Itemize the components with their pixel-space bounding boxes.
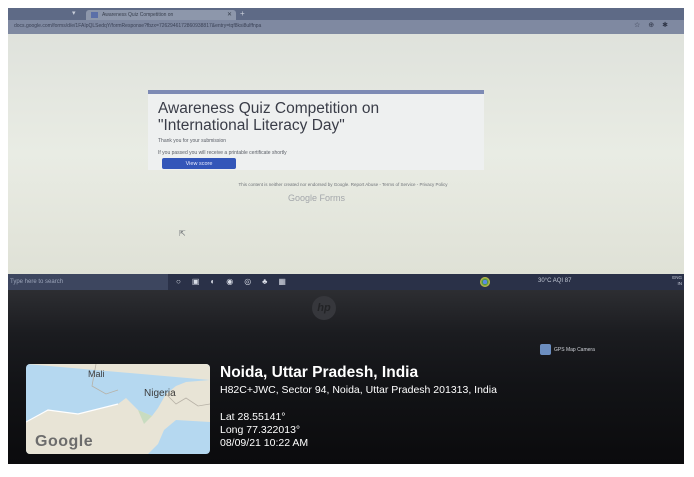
form-page: Awareness Quiz Competition on "Internati… — [8, 34, 684, 274]
map-label-nigeria: Nigeria — [144, 388, 176, 399]
certificate-note: If you passed you will receive a printab… — [158, 150, 287, 156]
tab-scroll-icon[interactable]: ▾ — [72, 8, 76, 20]
address-bar[interactable]: docs.google.com/forms/d/e/1FAIpQLSedqY/f… — [8, 20, 684, 34]
tab-title: Awareness Quiz Competition on — [102, 12, 174, 18]
location-map: Mali Nigeria Google — [26, 364, 210, 454]
confirmation-text: Thank you for your submission — [158, 138, 227, 144]
region-code: IN — [677, 281, 683, 286]
mouse-cursor-icon: ⇱ — [179, 229, 186, 238]
google-logo: Google — [35, 433, 94, 450]
chrome-icon[interactable] — [480, 277, 490, 287]
url-text[interactable]: docs.google.com/forms/d/e/1FAIpQLSedqY/f… — [14, 22, 574, 31]
form-disclaimer[interactable]: This content is neither created nor endo… — [173, 182, 513, 187]
forms-favicon-icon — [91, 12, 98, 18]
form-title: Awareness Quiz Competition on "Internati… — [158, 100, 380, 134]
google-forms-logo[interactable]: Google Forms — [288, 193, 345, 203]
photo: ▾ Awareness Quiz Competition on ✕ + docs… — [8, 8, 684, 464]
latitude-text: Lat 28.55141° — [220, 411, 286, 423]
taskbar-search-input[interactable]: Type here to search — [8, 274, 168, 290]
taskbar-app-icons[interactable]: ○▣◐◉◎♣▦ — [176, 277, 297, 286]
form-card: Awareness Quiz Competition on "Internati… — [148, 90, 484, 170]
address-bar-icons[interactable]: ☆⊕✱ — [634, 21, 676, 29]
gps-camera-icon — [540, 344, 551, 355]
browser-tab[interactable]: Awareness Quiz Competition on ✕ — [86, 10, 236, 20]
windows-taskbar: Type here to search ○▣◐◉◎♣▦ 30°C AQI 87 … — [8, 274, 684, 290]
location-title: Noida, Uttar Pradesh, India — [220, 364, 419, 381]
gps-app-brand: GPS Map Camera — [554, 347, 595, 353]
tab-close-icon[interactable]: ✕ — [227, 10, 232, 20]
address-text: H82C+JWC, Sector 94, Noida, Uttar Prades… — [220, 384, 497, 396]
new-tab-icon[interactable]: + — [240, 8, 245, 20]
language-indicator[interactable]: ENG IN — [672, 275, 682, 287]
weather-tray[interactable]: 30°C AQI 87 — [538, 278, 571, 284]
longitude-text: Long 77.322013° — [220, 424, 301, 436]
datetime-text: 08/09/21 10:22 AM — [220, 437, 309, 449]
view-score-button[interactable]: View score — [162, 158, 236, 169]
hp-logo-icon: hp — [312, 296, 336, 320]
browser-tab-strip: ▾ Awareness Quiz Competition on ✕ + — [8, 8, 684, 20]
map-label-mali: Mali — [88, 369, 105, 379]
